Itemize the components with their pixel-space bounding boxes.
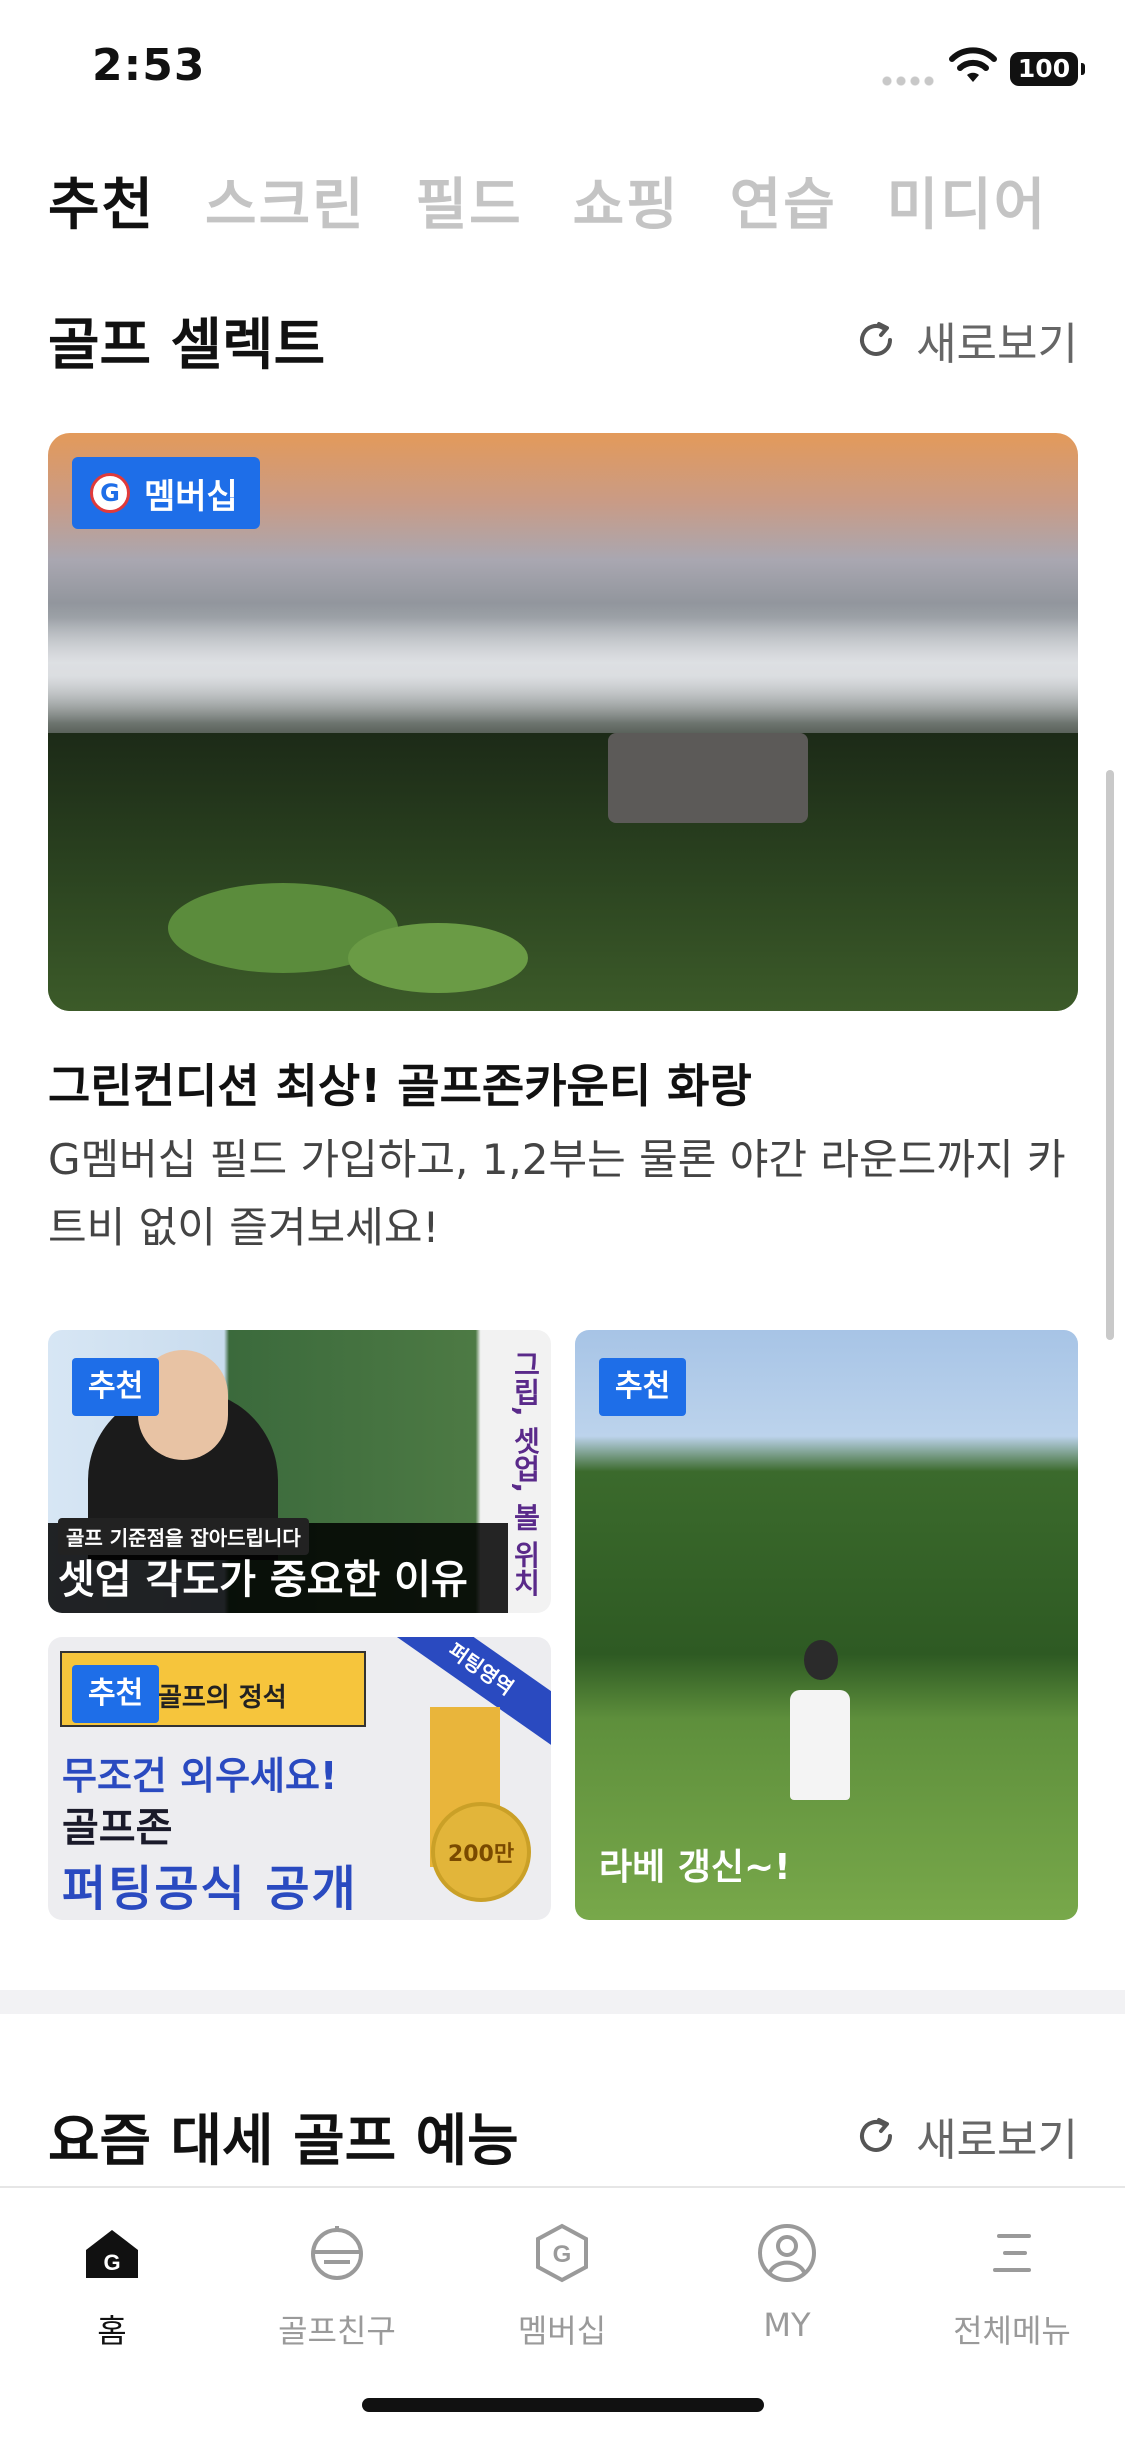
nav-golf-friend[interactable]: 골프친구 xyxy=(237,2218,437,2352)
section-divider xyxy=(0,1990,1125,2014)
recommend-tag: 추천 xyxy=(599,1358,687,1416)
category-tabs: 추천 스크린 필드 쇼핑 연습 미디어 xyxy=(48,160,1047,241)
tile-line-1: 무조건 외우세요! xyxy=(62,1754,338,1798)
nav-membership[interactable]: G 멤버십 xyxy=(462,2218,662,2352)
golfer-image xyxy=(790,1630,850,1820)
tile-side-text: 그립, 셋업, 볼 위치 xyxy=(509,1350,542,1597)
home-icon: G xyxy=(86,2230,138,2278)
golfer-head xyxy=(804,1640,838,1680)
membership-badge-label: 멤버십 xyxy=(144,476,238,517)
tab-shopping[interactable]: 쇼핑 xyxy=(573,160,680,241)
profile-icon xyxy=(758,2224,816,2282)
golf-select-header: 골프 셀렉트 새로보기 xyxy=(48,300,1078,380)
hero-clubhouse xyxy=(608,733,808,823)
tile-line-3: 퍼팅공식 공개 xyxy=(62,1861,358,1917)
video-tile-round[interactable]: 라베 갱신~! 추천 xyxy=(575,1330,1078,1920)
section-title: 요즘 대세 골프 예능 xyxy=(48,2109,519,2174)
membership-icon: G xyxy=(536,2223,588,2283)
signal-icon xyxy=(880,76,938,86)
tab-field[interactable]: 필드 xyxy=(416,160,523,241)
video-tile-setup[interactable]: 골프 기준점을 잡아드립니다 셋업 각도가 중요한 이유 그립, 셋업, 볼 위… xyxy=(48,1330,551,1613)
membership-badge: G 멤버십 xyxy=(72,457,260,529)
hero-forest xyxy=(48,733,1078,1011)
series-label: 골프의 정석 xyxy=(158,1683,287,1713)
refresh-icon xyxy=(860,322,893,356)
tab-practice[interactable]: 연습 xyxy=(730,160,837,241)
status-time: 2:53 xyxy=(92,40,206,91)
refresh-button[interactable]: 새로보기 xyxy=(854,308,1078,372)
tab-screen[interactable]: 스크린 xyxy=(205,160,366,241)
hero-description: G멤버십 필드 가입하고, 1,2부는 물론 야간 라운드까지 카트비 없이 즐… xyxy=(48,1135,1066,1252)
nav-home[interactable]: G 홈 xyxy=(12,2218,212,2352)
scrollbar[interactable] xyxy=(1106,770,1114,1340)
hero-green xyxy=(348,923,528,993)
tile-caption: 라베 갱신~! xyxy=(599,1847,791,1888)
nav-all-menu[interactable]: 전체메뉴 xyxy=(912,2218,1112,2352)
svg-text:G: G xyxy=(103,2250,120,2275)
recommend-tag: 추천 xyxy=(72,1358,160,1416)
refresh-button[interactable]: 새로보기 xyxy=(854,2104,1078,2168)
tab-media[interactable]: 미디어 xyxy=(887,160,1048,241)
tile-headline: 셋업 각도가 중요한 이유 xyxy=(58,1557,468,1603)
nav-my[interactable]: MY xyxy=(687,2218,887,2344)
refresh-label: 새로보기 xyxy=(916,2115,1078,2166)
home-indicator[interactable] xyxy=(362,2398,764,2412)
wifi-icon xyxy=(949,47,997,82)
menu-icon xyxy=(993,2234,1031,2272)
battery-icon: 100 xyxy=(1010,52,1085,86)
video-tile-putting[interactable]: 골프의 정석 퍼팅영역 무조건 외우세요! 골프존 퍼팅공식 공개 200만 추… xyxy=(48,1637,551,1920)
svg-text:G: G xyxy=(553,2241,572,2268)
nav-label: 골프친구 xyxy=(278,2312,396,2350)
recommend-tag: 추천 xyxy=(72,1665,160,1723)
section-title: 골프 셀렉트 xyxy=(48,313,326,378)
status-bar: 2:53 100 xyxy=(0,0,1125,130)
hero-mist xyxy=(48,603,1078,723)
tab-recommend[interactable]: 추천 xyxy=(48,160,155,241)
nav-label: 멤버십 xyxy=(517,2312,607,2350)
golf-friend-icon xyxy=(311,2226,363,2280)
refresh-icon xyxy=(860,2118,893,2152)
hero-image[interactable]: G 멤버십 xyxy=(48,433,1078,1011)
hero-title[interactable]: 그린컨디션 최상! 골프존카운티 화랑 xyxy=(48,1050,752,1116)
nav-label: MY xyxy=(763,2306,811,2344)
refresh-label: 새로보기 xyxy=(916,319,1078,370)
g-logo-icon: G xyxy=(90,473,130,513)
tile-line-2: 골프존 xyxy=(62,1805,173,1851)
trending-header: 요즘 대세 골프 예능 새로보기 xyxy=(48,2096,1078,2176)
golfer-dress xyxy=(790,1690,850,1800)
nav-label: 홈 xyxy=(97,2312,127,2350)
views-coin: 200만 xyxy=(431,1802,531,1902)
nav-label: 전체메뉴 xyxy=(953,2312,1071,2350)
